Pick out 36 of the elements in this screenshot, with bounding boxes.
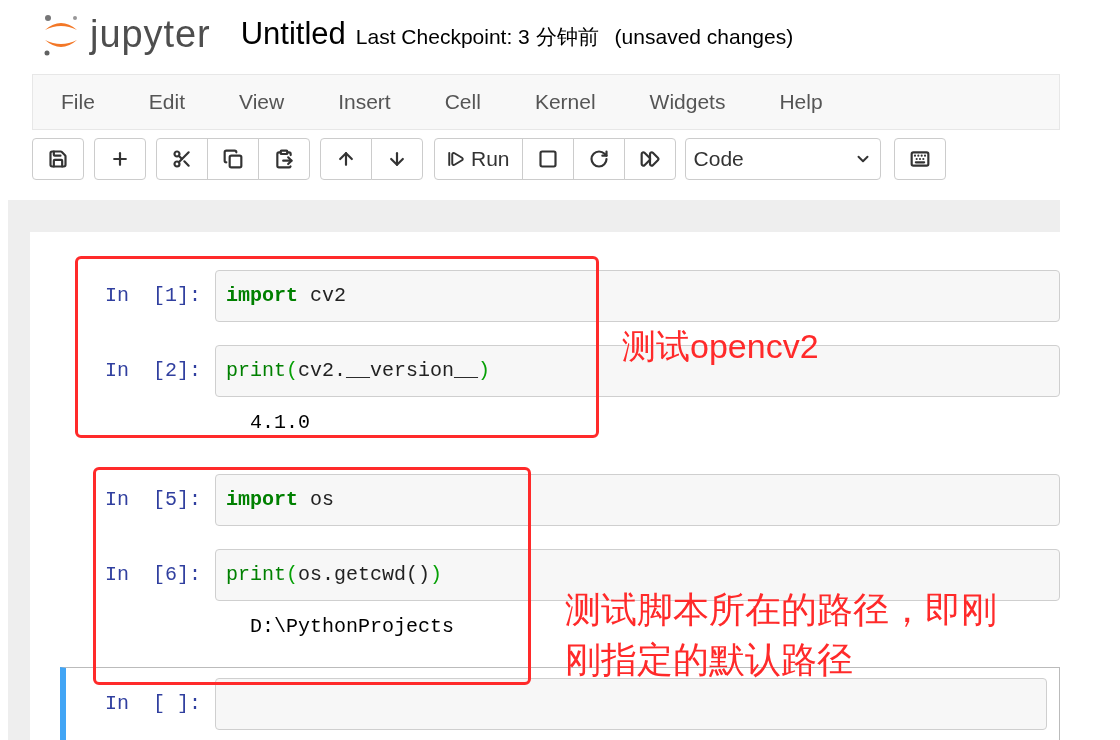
cell-prompt: In [6]:: [105, 562, 202, 588]
fast-forward-icon[interactable]: [623, 138, 676, 180]
menu-item[interactable]: Widgets: [622, 86, 753, 118]
cell-output: 4.1.0: [250, 410, 310, 436]
code-input[interactable]: import cv2: [215, 270, 1060, 322]
cut-icon[interactable]: [156, 138, 208, 180]
code-input[interactable]: import os: [215, 474, 1060, 526]
move-down-icon[interactable]: [371, 138, 423, 180]
move-up-icon[interactable]: [320, 138, 372, 180]
menu-item[interactable]: View: [212, 86, 312, 118]
cell-output: D:\PythonProjects: [250, 614, 455, 640]
cell-prompt: In [5]:: [105, 487, 202, 513]
save-status: (unsaved changes): [614, 24, 794, 51]
keyboard-icon[interactable]: [893, 138, 946, 180]
save-icon[interactable]: [32, 138, 84, 180]
checkpoint-text: Last Checkpoint: 3 分钟前: [355, 24, 599, 51]
copy-icon[interactable]: [207, 138, 259, 180]
cell-prompt: In [ ]:: [105, 691, 202, 717]
step-forward-icon: [447, 150, 465, 168]
menu-item[interactable]: Help: [752, 86, 850, 118]
paste-icon[interactable]: [258, 138, 310, 180]
run-button[interactable]: Run: [434, 138, 523, 180]
menu-item[interactable]: Insert: [311, 86, 418, 118]
stop-icon[interactable]: [521, 138, 574, 180]
menu-item[interactable]: Edit: [121, 86, 213, 118]
cell-prompt: In [2]:: [105, 358, 202, 384]
restart-icon[interactable]: [572, 138, 625, 180]
notebook-title[interactable]: Untitled: [240, 10, 346, 58]
cell-prompt: In [1]:: [105, 283, 202, 309]
menu-item[interactable]: File: [34, 86, 122, 118]
cell-type-select[interactable]: Code: [684, 138, 881, 180]
add-icon[interactable]: [94, 138, 146, 180]
menu-item[interactable]: Cell: [417, 86, 508, 118]
menu-item[interactable]: Kernel: [507, 86, 623, 118]
logo-text: jupyter: [90, 15, 211, 53]
code-input[interactable]: [215, 678, 1047, 730]
